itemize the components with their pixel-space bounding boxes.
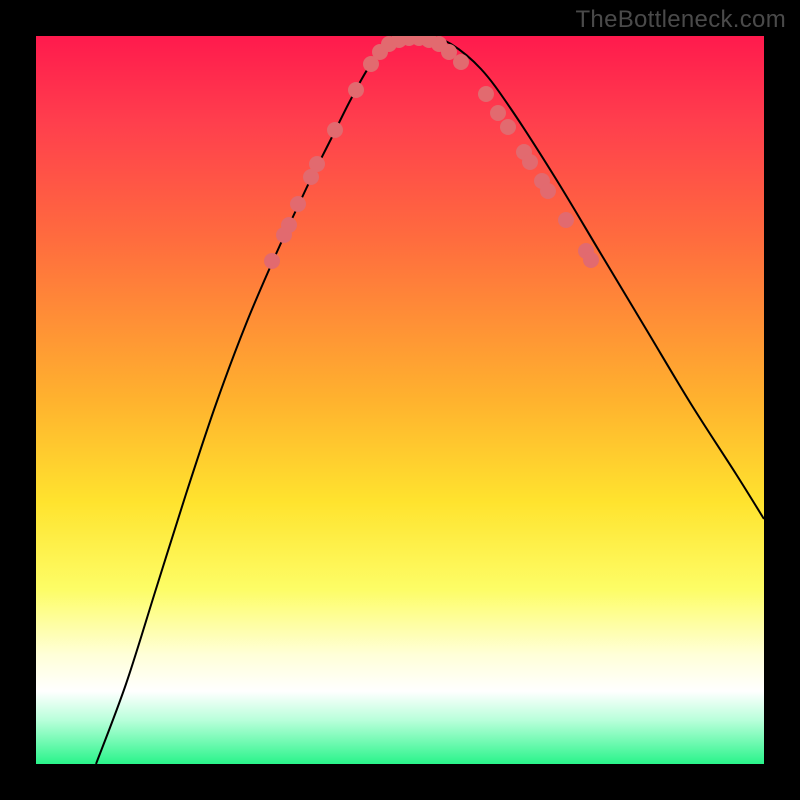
curve-marker-dot [281,217,297,233]
curve-marker-dot [558,212,574,228]
bottleneck-curve-path [96,37,764,764]
curve-marker-dot [348,82,364,98]
curve-marker-dot [540,183,556,199]
curve-marker-dot [583,252,599,268]
curve-marker-dot [522,154,538,170]
curve-marker-group [264,36,599,269]
curve-marker-dot [453,54,469,70]
outer-black-frame: TheBottleneck.com [0,0,800,800]
curve-marker-dot [478,86,494,102]
curve-marker-dot [490,105,506,121]
curve-marker-dot [327,122,343,138]
curve-marker-dot [290,196,306,212]
curve-marker-dot [264,253,280,269]
plot-area [36,36,764,764]
curve-marker-dot [500,119,516,135]
bottleneck-curve-svg [36,36,764,764]
watermark-text: TheBottleneck.com [575,6,786,34]
curve-marker-dot [309,156,325,172]
